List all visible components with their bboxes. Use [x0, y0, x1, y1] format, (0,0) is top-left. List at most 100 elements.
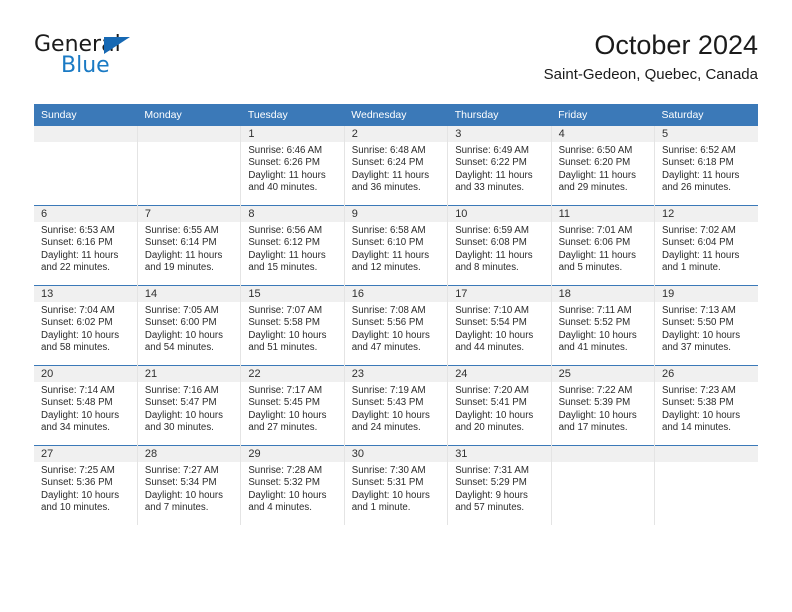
logo-triangle-icon — [104, 37, 130, 54]
calendar-empty-cell — [654, 445, 758, 525]
day-number: 18 — [551, 286, 655, 302]
day-detail-line: Sunrise: 7:07 AM — [248, 305, 323, 316]
calendar-day-cell[interactable]: 22 Sunrise: 7:17 AM Sunset: 5:45 PM Dayligh… — [240, 365, 345, 446]
day-detail-line: Sunrise: 7:30 AM — [351, 465, 426, 476]
day-detail-line: Sunset: 5:45 PM — [248, 397, 320, 409]
day-detail-line: Daylight: 10 hours — [144, 489, 224, 501]
general-blue-logo[interactable]: General Blue — [34, 32, 214, 88]
day-details: Sunrise: 7:28 AM Sunset: 5:32 PM Daylight:… — [241, 462, 343, 514]
day-detail-line: Daylight: 10 hours — [41, 489, 120, 501]
day-number: 26 — [655, 366, 758, 382]
day-detail-line: Daylight: 11 hours — [351, 249, 430, 261]
day-detail-line: Daylight: 10 hours — [558, 329, 637, 341]
day-detail-line: Sunrise: 6:55 AM — [144, 225, 219, 236]
calendar-day-cell[interactable]: 1 Sunrise: 6:46 AM Sunset: 6:26 PM Daylight… — [240, 126, 345, 206]
calendar-day-cell[interactable]: 19 Sunrise: 7:13 AM Sunset: 5:50 PM Dayligh… — [654, 285, 758, 366]
day-detail-line: Sunset: 6:04 PM — [662, 237, 734, 249]
calendar-day-cell[interactable]: 29 Sunrise: 7:28 AM Sunset: 5:32 PM Dayligh… — [240, 445, 345, 525]
calendar-day-cell[interactable]: 4 Sunrise: 6:50 AM Sunset: 6:20 PM Daylight… — [551, 126, 656, 206]
day-detail-line: Sunrise: 7:08 AM — [351, 305, 426, 316]
day-detail-line: Daylight: 11 hours — [455, 169, 533, 181]
calendar-grid: Sunday Monday Tuesday Wednesday Thursday Frid… — [34, 104, 758, 525]
calendar-day-cell[interactable]: 3 Sunrise: 6:49 AM Sunset: 6:22 PM Daylight… — [447, 126, 552, 206]
day-details: Sunrise: 7:27 AM Sunset: 5:34 PM Daylight:… — [138, 462, 240, 514]
calendar-day-cell[interactable]: 18 Sunrise: 7:11 AM Sunset: 5:52 PM Dayligh… — [551, 285, 656, 366]
weekday-header-row: Sunday Monday Tuesday Wednesday Thursday Frid… — [34, 104, 758, 126]
day-details: Sunrise: 7:22 AM Sunset: 5:39 PM Daylight:… — [552, 382, 654, 434]
calendar-day-cell[interactable]: 2 Sunrise: 6:48 AM Sunset: 6:24 PM Daylight… — [344, 126, 449, 206]
calendar-day-cell[interactable]: 10 Sunrise: 6:59 AM Sunset: 6:08 PM Dayligh… — [447, 205, 552, 286]
calendar-day-cell[interactable]: 28 Sunrise: 7:27 AM Sunset: 5:34 PM Dayligh… — [137, 445, 242, 525]
day-detail-line: and 14 minutes. — [662, 421, 731, 433]
day-detail-line: Sunset: 6:10 PM — [351, 237, 424, 249]
day-details: Sunrise: 7:11 AM Sunset: 5:52 PM Daylight:… — [552, 302, 654, 354]
day-detail-line: Daylight: 10 hours — [41, 409, 120, 421]
calendar-header-row: Sunday Monday Tuesday Wednesday Thursday Frid… — [34, 104, 758, 126]
day-detail-line: Sunset: 5:58 PM — [248, 317, 320, 329]
day-detail-line: Daylight: 10 hours — [662, 409, 741, 421]
day-detail-line: Daylight: 11 hours — [455, 249, 533, 261]
day-detail-line: Sunrise: 7:01 AM — [558, 225, 633, 236]
day-detail-line: Sunrise: 7:16 AM — [144, 385, 219, 396]
calendar-day-cell[interactable]: 13 Sunrise: 7:04 AM Sunset: 6:02 PM Dayligh… — [34, 285, 138, 366]
calendar-day-cell[interactable]: 7 Sunrise: 6:55 AM Sunset: 6:14 PM Daylight… — [137, 205, 242, 286]
calendar-day-cell[interactable]: 20 Sunrise: 7:14 AM Sunset: 5:48 PM Dayligh… — [34, 365, 138, 446]
day-detail-line: Sunrise: 6:52 AM — [662, 145, 736, 156]
weekday-header-saturday: Saturday — [654, 104, 758, 126]
day-details: Sunrise: 7:02 AM Sunset: 6:04 PM Daylight:… — [655, 222, 758, 274]
calendar-day-cell[interactable]: 25 Sunrise: 7:22 AM Sunset: 5:39 PM Dayligh… — [551, 365, 656, 446]
day-number: 25 — [551, 366, 655, 382]
day-detail-line: Sunset: 6:26 PM — [248, 157, 320, 169]
day-detail-line: Sunrise: 7:11 AM — [558, 305, 632, 316]
calendar-day-cell[interactable]: 5 Sunrise: 6:52 AM Sunset: 6:18 PM Daylight… — [654, 126, 758, 206]
calendar-day-cell[interactable]: 11 Sunrise: 7:01 AM Sunset: 6:06 PM Dayligh… — [551, 205, 656, 286]
calendar-day-cell[interactable]: 8 Sunrise: 6:56 AM Sunset: 6:12 PM Daylight… — [240, 205, 345, 286]
day-detail-line: Daylight: 10 hours — [351, 489, 430, 501]
day-details: Sunrise: 7:08 AM Sunset: 5:56 PM Daylight:… — [345, 302, 447, 354]
weekday-header-monday: Monday — [137, 104, 241, 126]
day-details: Sunrise: 7:10 AM Sunset: 5:54 PM Daylight:… — [448, 302, 550, 354]
day-detail-line: and 4 minutes. — [248, 501, 312, 513]
day-number: 12 — [655, 206, 758, 222]
calendar-day-cell[interactable]: 27 Sunrise: 7:25 AM Sunset: 5:36 PM Dayligh… — [34, 445, 138, 525]
day-details: Sunrise: 7:04 AM Sunset: 6:02 PM Daylight:… — [34, 302, 137, 354]
day-detail-line: and 22 minutes. — [41, 261, 110, 273]
calendar-day-cell[interactable]: 24 Sunrise: 7:20 AM Sunset: 5:41 PM Dayligh… — [447, 365, 552, 446]
calendar-day-cell[interactable]: 23 Sunrise: 7:19 AM Sunset: 5:43 PM Dayligh… — [344, 365, 449, 446]
day-detail-line: Sunrise: 6:48 AM — [351, 145, 426, 156]
day-number — [137, 126, 241, 142]
calendar-day-cell[interactable]: 21 Sunrise: 7:16 AM Sunset: 5:47 PM Dayligh… — [137, 365, 242, 446]
calendar-page: General Blue October 2024 Saint-Gedeon, … — [0, 0, 792, 612]
day-detail-line: Sunrise: 7:14 AM — [41, 385, 115, 396]
calendar-day-cell[interactable]: 30 Sunrise: 7:30 AM Sunset: 5:31 PM Dayligh… — [344, 445, 449, 525]
calendar-day-cell[interactable]: 26 Sunrise: 7:23 AM Sunset: 5:38 PM Dayligh… — [654, 365, 758, 446]
weekday-header-wednesday: Wednesday — [344, 104, 448, 126]
day-detail-line: and 17 minutes. — [558, 421, 628, 433]
calendar-day-cell[interactable]: 16 Sunrise: 7:08 AM Sunset: 5:56 PM Dayligh… — [344, 285, 449, 366]
day-details: Sunrise: 6:59 AM Sunset: 6:08 PM Daylight:… — [448, 222, 550, 274]
day-detail-line: and 34 minutes. — [41, 421, 110, 433]
day-details: Sunrise: 7:05 AM Sunset: 6:00 PM Daylight:… — [138, 302, 240, 354]
day-detail-line: and 30 minutes. — [144, 421, 214, 433]
day-detail-line: Sunrise: 7:02 AM — [662, 225, 736, 236]
day-detail-line: Daylight: 10 hours — [558, 409, 637, 421]
day-detail-line: Daylight: 9 hours — [455, 489, 528, 501]
calendar-day-cell[interactable]: 31 Sunrise: 7:31 AM Sunset: 5:29 PM Dayligh… — [447, 445, 552, 525]
day-detail-line: Sunrise: 6:58 AM — [351, 225, 426, 236]
calendar-day-cell[interactable]: 17 Sunrise: 7:10 AM Sunset: 5:54 PM Dayligh… — [447, 285, 552, 366]
day-detail-line: and 7 minutes. — [144, 501, 209, 513]
calendar-day-cell[interactable]: 6 Sunrise: 6:53 AM Sunset: 6:16 PM Daylight… — [34, 205, 138, 286]
calendar-day-cell[interactable]: 9 Sunrise: 6:58 AM Sunset: 6:10 PM Daylight… — [344, 205, 449, 286]
day-number: 28 — [137, 446, 241, 462]
day-detail-line: Sunset: 5:50 PM — [662, 317, 734, 329]
day-detail-line: Sunset: 5:54 PM — [455, 317, 527, 329]
calendar-day-cell[interactable]: 12 Sunrise: 7:02 AM Sunset: 6:04 PM Dayligh… — [654, 205, 758, 286]
day-detail-line: Sunset: 6:18 PM — [662, 157, 734, 169]
calendar-day-cell[interactable]: 15 Sunrise: 7:07 AM Sunset: 5:58 PM Dayligh… — [240, 285, 345, 366]
day-detail-line: and 51 minutes. — [248, 341, 318, 353]
calendar-day-cell[interactable]: 14 Sunrise: 7:05 AM Sunset: 6:00 PM Dayligh… — [137, 285, 242, 366]
day-detail-line: Daylight: 10 hours — [248, 329, 327, 341]
day-detail-line: and 37 minutes. — [662, 341, 731, 353]
day-detail-line: Sunset: 6:12 PM — [248, 237, 320, 249]
day-detail-line: Daylight: 10 hours — [248, 409, 327, 421]
